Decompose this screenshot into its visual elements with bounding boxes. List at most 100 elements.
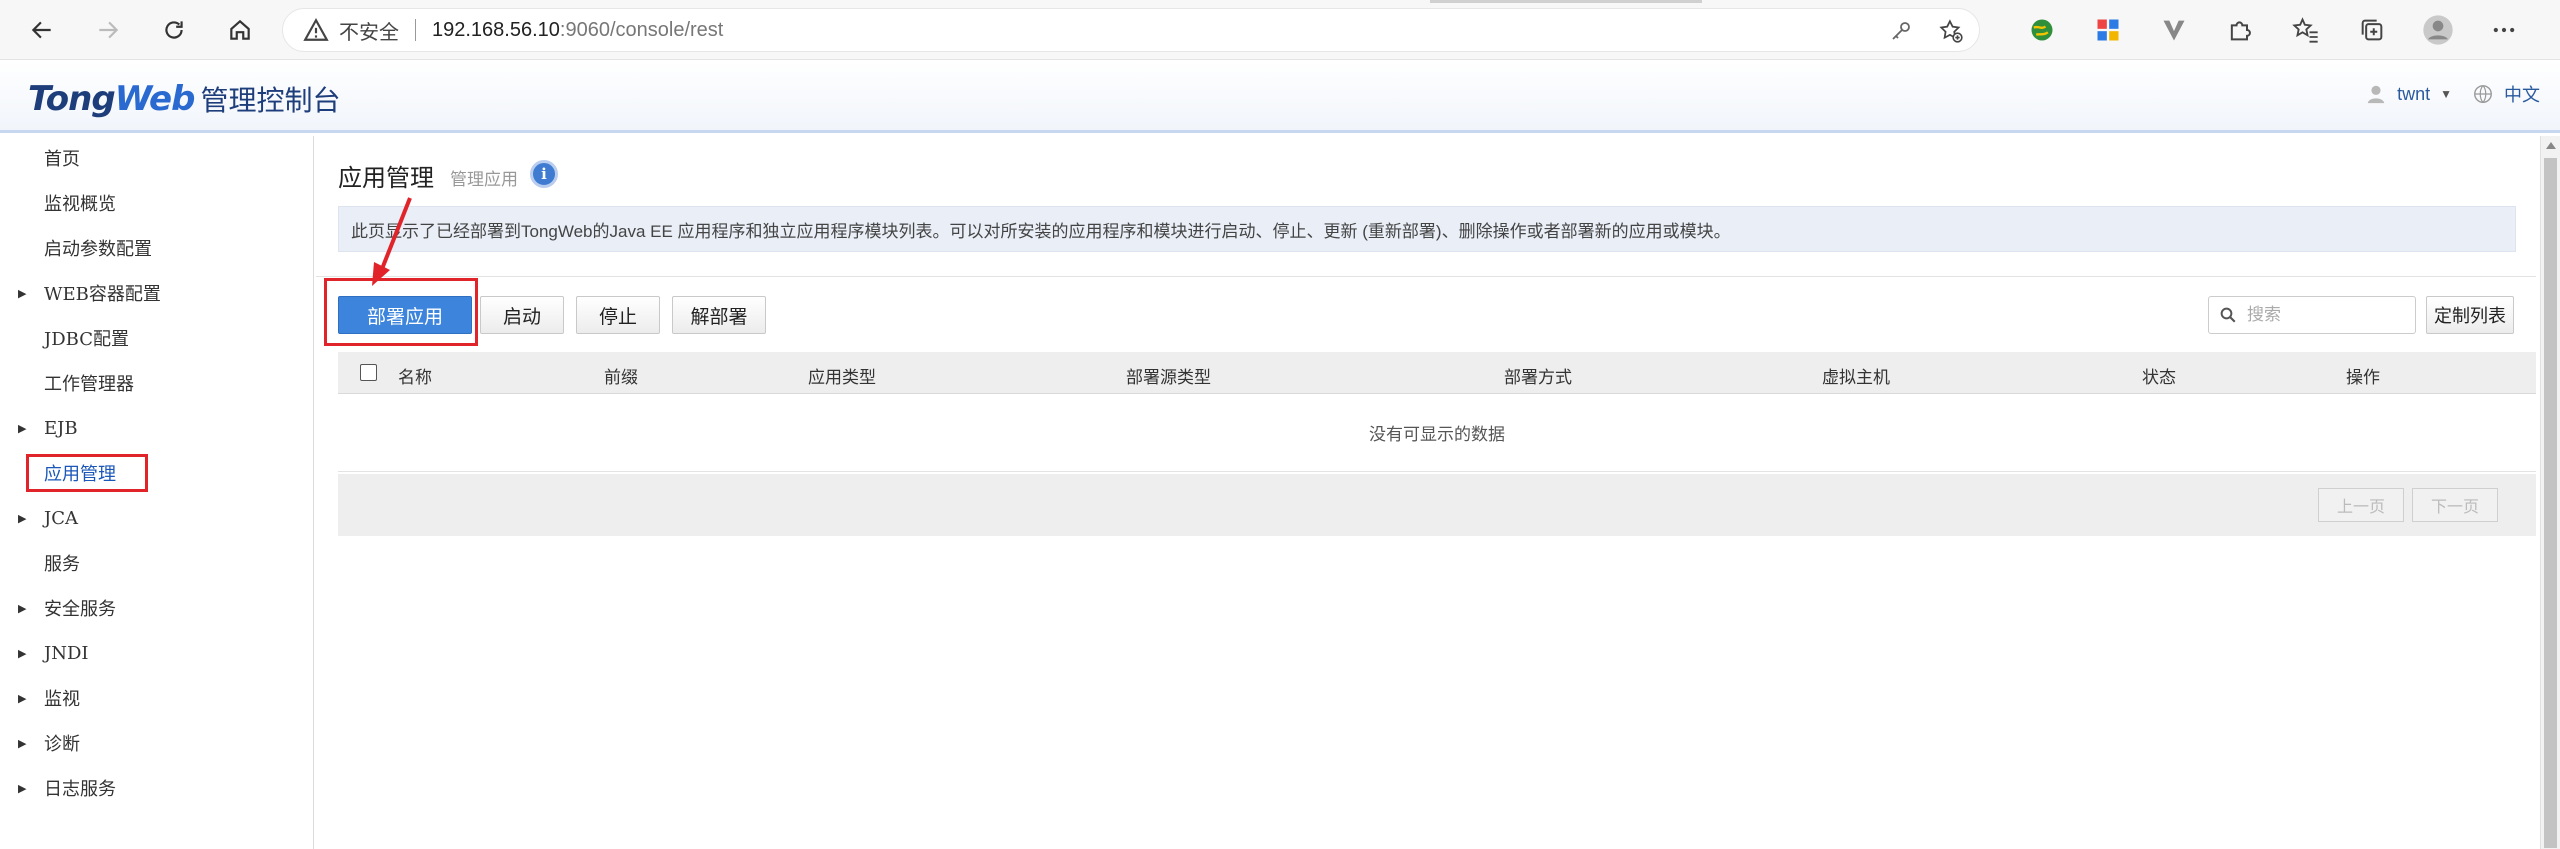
sidebar-item-label: JCA — [44, 507, 78, 529]
sidebar-item-label: 日志服务 — [44, 779, 116, 800]
sidebar-item-home[interactable]: 首页 — [0, 138, 314, 178]
sidebar-item-label: JNDI — [44, 642, 89, 664]
extension-v-icon[interactable] — [2154, 10, 2194, 50]
prev-page-button[interactable]: 上一页 — [2318, 488, 2404, 522]
user-area: twnt ▼ 中文 — [2365, 81, 2540, 107]
url-path: :9060/console/rest — [559, 18, 724, 41]
sidebar-item-jndi[interactable]: ▶ JNDI — [0, 633, 314, 673]
sidebar-item-label: 服务 — [44, 554, 80, 575]
language-link[interactable]: 中文 — [2504, 81, 2540, 107]
sidebar-item-label: 监视 — [44, 689, 80, 710]
collections-icon[interactable] — [2352, 10, 2392, 50]
tab-strip-edge — [1430, 0, 1702, 3]
expand-arrow-icon[interactable]: ▶ — [18, 692, 26, 705]
more-menu-icon[interactable] — [2484, 10, 2524, 50]
sidebar-item-label: WEB容器配置 — [44, 284, 161, 305]
expand-arrow-icon[interactable]: ▶ — [18, 602, 26, 615]
expand-arrow-icon[interactable]: ▶ — [18, 647, 26, 660]
annotation-arrow-icon — [372, 197, 412, 286]
column-header-app-type[interactable]: 应用类型 — [808, 363, 876, 388]
sidebar-item-diagnostics[interactable]: ▶ 诊断 — [0, 723, 314, 763]
extensions-puzzle-icon[interactable] — [2220, 10, 2260, 50]
sidebar-item-services[interactable]: 服务 — [0, 543, 314, 583]
sidebar-item-label: JDBC配置 — [44, 329, 129, 350]
vertical-scrollbar[interactable] — [2540, 136, 2560, 849]
tongweb-logo: TongWeb 管理控制台 — [28, 79, 340, 119]
customize-list-button[interactable]: 定制列表 — [2426, 296, 2514, 334]
console-title: 管理控制台 — [200, 84, 341, 117]
column-header-virtual-host[interactable]: 虚拟主机 — [1822, 363, 1890, 388]
search-icon — [2220, 307, 2236, 323]
pagination-bar: 上一页 下一页 — [338, 474, 2536, 536]
back-icon[interactable] — [22, 10, 62, 50]
favorite-add-icon[interactable] — [1937, 17, 1965, 45]
highlight-box-deploy — [324, 278, 478, 346]
highlight-box-sidebar — [26, 454, 148, 492]
profile-avatar-icon[interactable] — [2418, 10, 2458, 50]
next-page-button[interactable]: 下一页 — [2412, 488, 2498, 522]
expand-arrow-icon[interactable]: ▶ — [18, 512, 26, 525]
search-field[interactable] — [2208, 296, 2416, 334]
section-divider — [316, 276, 2536, 277]
main-content: 应用管理 管理应用 i 此页显示了已经部署到TongWeb的Java EE 应用… — [316, 136, 2536, 849]
column-header-source-type[interactable]: 部署源类型 — [1126, 363, 1211, 388]
scroll-up-arrow-icon[interactable] — [2546, 142, 2556, 149]
address-bar[interactable]: 不安全 192.168.56.10 :9060/console/rest — [282, 8, 1980, 52]
extension-apps-icon[interactable] — [2088, 10, 2128, 50]
reload-icon[interactable] — [154, 10, 194, 50]
sidebar: 首页 监视概览 启动参数配置 ▶ WEB容器配置 JDBC配置 工作管理器 ▶ … — [0, 136, 314, 849]
expand-arrow-icon[interactable]: ▶ — [18, 737, 26, 750]
sidebar-item-startup-params[interactable]: 启动参数配置 — [0, 228, 314, 268]
stop-button[interactable]: 停止 — [576, 296, 660, 334]
sidebar-item-web-container[interactable]: ▶ WEB容器配置 — [0, 273, 314, 313]
sidebar-item-work-manager[interactable]: 工作管理器 — [0, 363, 314, 403]
expand-arrow-icon[interactable]: ▶ — [18, 422, 26, 435]
undeploy-button[interactable]: 解部署 — [672, 296, 766, 334]
sidebar-item-jdbc[interactable]: JDBC配置 — [0, 318, 314, 358]
sidebar-item-security[interactable]: ▶ 安全服务 — [0, 588, 314, 628]
column-header-status[interactable]: 状态 — [2142, 363, 2176, 388]
page-description: 此页显示了已经部署到TongWeb的Java EE 应用程序和独立应用程序模块列… — [338, 206, 2516, 252]
column-header-deploy-mode[interactable]: 部署方式 — [1504, 363, 1572, 388]
sidebar-item-monitor-overview[interactable]: 监视概览 — [0, 183, 314, 223]
favorites-icon[interactable] — [2286, 10, 2326, 50]
forward-icon[interactable] — [88, 10, 128, 50]
table-header: 名称 前缀 应用类型 部署源类型 部署方式 虚拟主机 状态 操作 — [338, 352, 2536, 394]
info-icon[interactable]: i — [530, 160, 558, 188]
column-header-name[interactable]: 名称 — [398, 363, 432, 388]
scrollbar-thumb[interactable] — [2544, 158, 2557, 848]
page-subtitle: 管理应用 — [450, 170, 518, 190]
home-icon[interactable] — [220, 10, 260, 50]
extension-globe-icon[interactable] — [2022, 10, 2062, 50]
url-host: 192.168.56.10 — [432, 18, 560, 41]
sidebar-item-label: 监视概览 — [44, 194, 116, 215]
select-all-checkbox[interactable] — [360, 364, 377, 381]
user-dropdown-caret-icon[interactable]: ▼ — [2440, 87, 2452, 101]
sidebar-item-label: 启动参数配置 — [44, 239, 152, 260]
globe-icon — [2474, 85, 2492, 103]
sidebar-item-label: 首页 — [44, 149, 80, 170]
sidebar-item-label: 安全服务 — [44, 599, 116, 620]
user-icon — [2367, 85, 2385, 104]
warning-icon — [303, 18, 329, 41]
logo-brand: TongWeb — [28, 79, 195, 119]
address-separator — [415, 19, 416, 41]
sidebar-item-jca[interactable]: ▶ JCA — [0, 498, 314, 538]
sidebar-item-ejb[interactable]: ▶ EJB — [0, 408, 314, 448]
expand-arrow-icon[interactable]: ▶ — [18, 287, 26, 300]
start-button[interactable]: 启动 — [480, 296, 564, 334]
empty-table-message: 没有可显示的数据 — [338, 394, 2536, 472]
search-input[interactable] — [2247, 305, 2407, 325]
sidebar-item-monitor[interactable]: ▶ 监视 — [0, 678, 314, 718]
sidebar-item-label: EJB — [44, 417, 78, 439]
description-text: 此页显示了已经部署到TongWeb的Java EE 应用程序和独立应用程序模块列… — [351, 221, 1731, 241]
sidebar-item-label: 诊断 — [44, 734, 80, 755]
expand-arrow-icon[interactable]: ▶ — [18, 782, 26, 795]
sidebar-item-label: 工作管理器 — [44, 374, 134, 395]
column-header-prefix[interactable]: 前缀 — [604, 363, 638, 388]
app-header: TongWeb 管理控制台 twnt ▼ 中文 — [0, 61, 2560, 133]
username-link[interactable]: twnt — [2397, 84, 2430, 105]
sidebar-item-log-service[interactable]: ▶ 日志服务 — [0, 768, 314, 808]
column-header-actions: 操作 — [2346, 368, 2380, 388]
key-icon[interactable] — [1887, 17, 1915, 45]
